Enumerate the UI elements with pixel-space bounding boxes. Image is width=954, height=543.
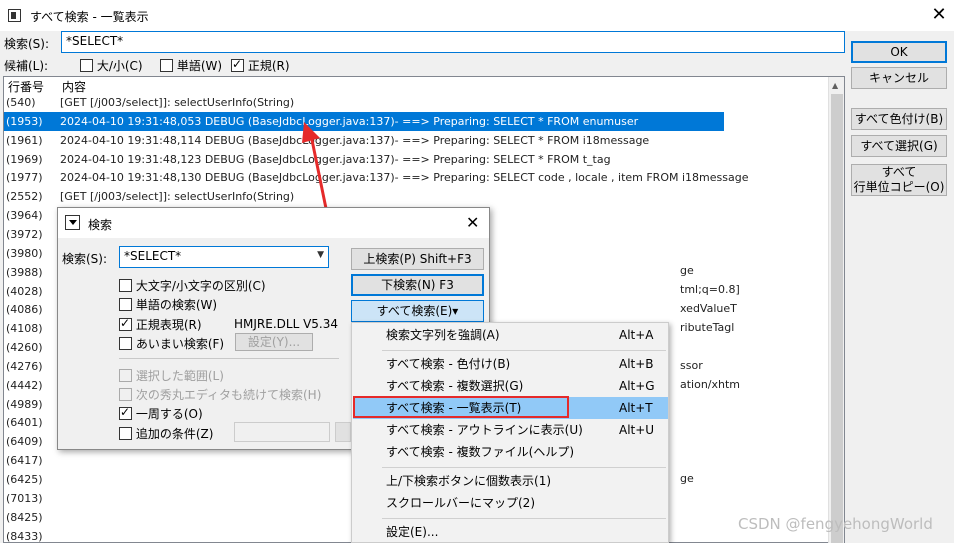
menu-item-label: すべて検索 - アウトラインに表示(U) <box>386 423 583 437</box>
checkbox[interactable] <box>119 427 132 440</box>
option-wrap[interactable]: 一周する(O) <box>119 405 203 422</box>
checkbox[interactable] <box>119 405 132 420</box>
checkbox[interactable] <box>119 298 132 311</box>
regex-library-label: HMJRE.DLL V5.34 <box>234 317 339 331</box>
menu-item-count-display[interactable]: 上/下検索ボタンに個数表示(1) <box>353 470 668 492</box>
option-next-editor[interactable]: 次の秀丸エディタも続けて検索(H) <box>119 386 321 403</box>
option-extra[interactable]: 追加の条件(Z) <box>119 425 213 442</box>
checkbox[interactable] <box>119 388 132 401</box>
search-all-menu: 検索文字列を強調(A) Alt+A すべて検索 - 色付け(B) Alt+B すべて… <box>351 322 669 543</box>
menu-item-shortcut: Alt+T <box>619 401 653 415</box>
option-fuzzy[interactable]: あいまい検索(F) <box>119 335 224 352</box>
search-down-button[interactable]: 下検索(N) F3 <box>351 274 484 296</box>
settings-button[interactable]: 設定(Y)... <box>235 333 313 351</box>
watermark: CSDN @fengyehongWorld <box>738 515 933 533</box>
menu-item-shortcut: Alt+G <box>619 379 655 393</box>
menu-item-label: スクロールバーにマップ(2) <box>386 496 535 510</box>
search-all-button[interactable]: すべて検索(E)▾ <box>351 300 484 322</box>
menu-item-settings[interactable]: 設定(E)... <box>353 521 668 543</box>
chevron-down-icon[interactable]: ▼ <box>317 250 324 260</box>
option-label: 選択した範囲(L) <box>135 369 224 383</box>
menu-separator <box>382 467 666 468</box>
menu-item-multi-file[interactable]: すべて検索 - 複数ファイル(ヘルプ) <box>353 441 668 463</box>
system-menu-icon[interactable] <box>65 215 80 230</box>
extra-condition-button[interactable] <box>335 422 351 442</box>
menu-separator <box>382 518 666 519</box>
option-label: 一周する(O) <box>135 407 203 421</box>
menu-item-color[interactable]: すべて検索 - 色付け(B) Alt+B <box>353 353 668 375</box>
search-up-button[interactable]: 上検索(P) Shift+F3 <box>351 248 484 270</box>
extra-condition-field[interactable] <box>234 422 330 442</box>
menu-item-highlight[interactable]: 検索文字列を強調(A) Alt+A <box>353 324 668 346</box>
checkbox[interactable] <box>119 337 132 350</box>
option-regex[interactable]: 正規表現(R) <box>119 316 202 333</box>
option-label: 単語の検索(W) <box>135 298 218 312</box>
option-label: 次の秀丸エディタも続けて検索(H) <box>135 388 322 402</box>
menu-item-shortcut: Alt+B <box>619 357 654 371</box>
checkbox[interactable] <box>119 369 132 382</box>
divider <box>119 358 339 359</box>
option-case[interactable]: 大文字/小文字の区別(C) <box>119 277 266 294</box>
menu-item-shortcut: Alt+U <box>619 423 655 437</box>
option-label: 追加の条件(Z) <box>135 427 214 441</box>
menu-separator <box>382 350 666 351</box>
dialog-search-value: *SELECT* <box>124 249 182 263</box>
menu-item-label: すべて検索 - 複数ファイル(ヘルプ) <box>386 445 575 459</box>
menu-item-multi-select[interactable]: すべて検索 - 複数選択(G) Alt+G <box>353 375 668 397</box>
menu-item-label: 検索文字列を強調(A) <box>386 328 500 342</box>
menu-item-outline[interactable]: すべて検索 - アウトラインに表示(U) Alt+U <box>353 419 668 441</box>
menu-item-shortcut: Alt+A <box>619 328 654 342</box>
menu-item-label: すべて検索 - 複数選択(G) <box>386 379 524 393</box>
option-label: 正規表現(R) <box>135 318 202 332</box>
highlight-box <box>353 396 569 418</box>
option-label: あいまい検索(F) <box>135 337 225 351</box>
dialog-search-combo[interactable]: *SELECT* ▼ <box>119 246 329 268</box>
menu-item-label: すべて検索 - 色付け(B) <box>386 357 511 371</box>
checkbox[interactable] <box>119 316 132 331</box>
option-label: 大文字/小文字の区別(C) <box>135 279 266 293</box>
dialog-title-bar: 検索 ✕ <box>58 208 489 238</box>
option-word[interactable]: 単語の検索(W) <box>119 296 217 313</box>
menu-item-scrollbar-map[interactable]: スクロールバーにマップ(2) <box>353 492 668 514</box>
menu-item-label: 設定(E)... <box>386 525 439 539</box>
close-icon[interactable]: ✕ <box>466 213 479 232</box>
dialog-search-label: 検索(S): <box>62 252 108 266</box>
option-range[interactable]: 選択した範囲(L) <box>119 367 224 384</box>
dialog-title: 検索 <box>88 218 113 232</box>
menu-item-label: 上/下検索ボタンに個数表示(1) <box>386 474 552 488</box>
checkbox[interactable] <box>119 279 132 292</box>
